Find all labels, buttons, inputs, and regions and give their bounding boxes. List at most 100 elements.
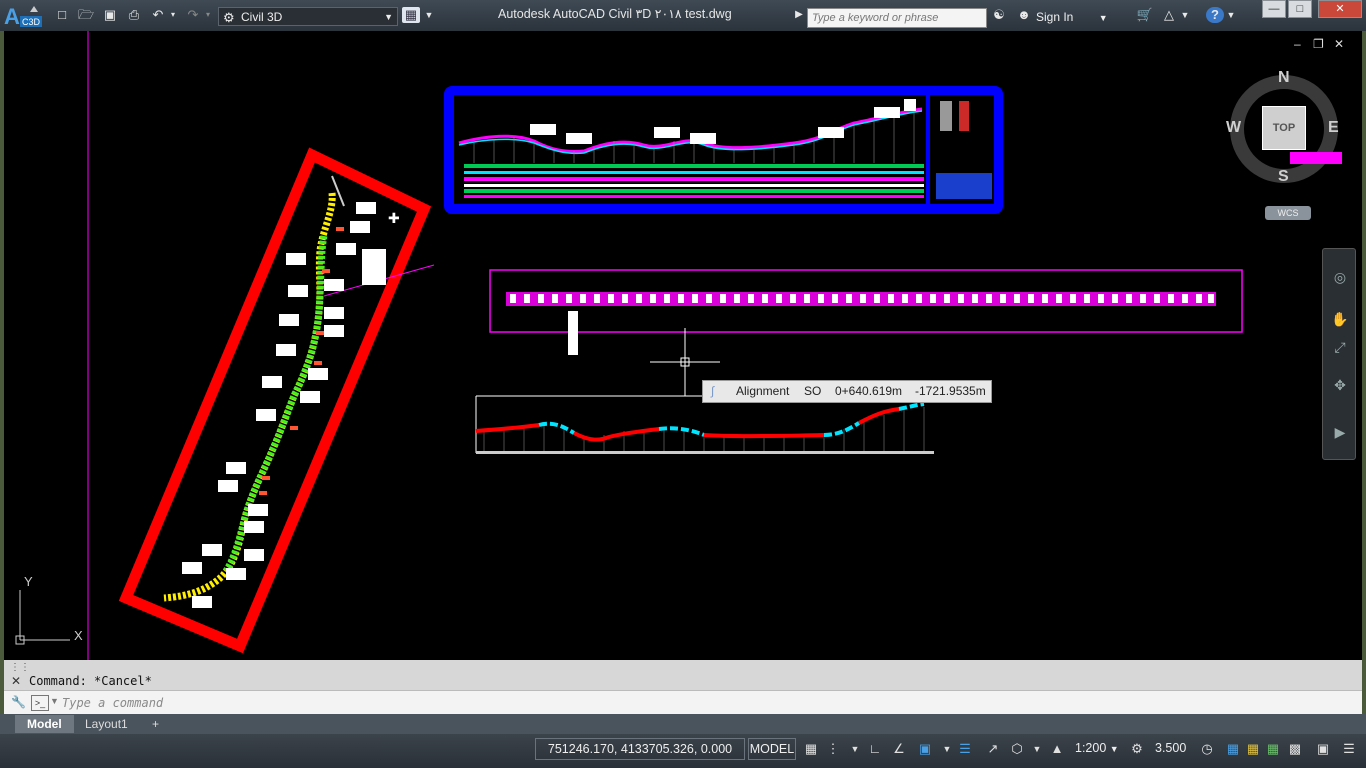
model-space-drawing: ✚ Y X: [15, 31, 1338, 660]
compass-south[interactable]: S: [1278, 168, 1289, 186]
grip-icon[interactable]: ⋮⋮: [10, 662, 30, 673]
tooltip-offset: -1721.9535m: [915, 384, 986, 398]
orbit-icon[interactable]: ✥: [1331, 377, 1349, 395]
alignment-plan: ✚: [163, 175, 435, 608]
compass-east[interactable]: E: [1328, 119, 1339, 137]
svg-text:C3D: C3D: [22, 17, 41, 27]
exchange-icon[interactable]: △: [1160, 7, 1178, 23]
clean-screen-icon[interactable]: ▣: [1314, 740, 1332, 758]
tooltip-label: Alignment: [736, 384, 790, 398]
viewcube-extra-icons[interactable]: [1290, 152, 1342, 164]
zoom-extents-icon[interactable]: ⤢: [1331, 339, 1349, 357]
clock-icon[interactable]: ◷: [1198, 740, 1216, 758]
layout-tabs: Model Layout1 +: [0, 714, 1366, 734]
section-views-strip: [489, 269, 1243, 355]
workspace-switch-icon[interactable]: ⚙: [1128, 740, 1146, 758]
tab-model[interactable]: Model: [15, 715, 74, 733]
sign-in-button[interactable]: Sign In ▼: [1036, 10, 1108, 24]
annotation-scale-value: 1:200: [1075, 741, 1107, 755]
viewport-minimize-icon[interactable]: –: [1294, 37, 1301, 51]
close-icon[interactable]: ✕: [11, 674, 21, 688]
object-snap-icon[interactable]: ▣: [916, 740, 934, 758]
steering-wheel-icon[interactable]: ◎: [1331, 269, 1349, 287]
lock-ui-icon[interactable]: ▦: [1244, 740, 1262, 758]
help-icon[interactable]: ?: [1206, 7, 1224, 23]
viewport-close-icon[interactable]: ✕: [1334, 37, 1344, 51]
add-layout-tab-button[interactable]: +: [140, 715, 171, 733]
customization-icon[interactable]: ☰: [1340, 740, 1358, 758]
save-icon[interactable]: ▣: [101, 7, 119, 23]
svg-text:A: A: [4, 4, 20, 29]
wcs-menu[interactable]: WCS: [1265, 206, 1311, 220]
open-folder-icon[interactable]: 🗁: [77, 7, 95, 23]
viewport-restore-icon[interactable]: ❐: [1313, 37, 1324, 51]
chevron-down-icon: ▼: [384, 12, 393, 22]
minimize-window-button[interactable]: —: [1262, 0, 1286, 18]
isolate-objects-icon[interactable]: ▦: [1264, 740, 1282, 758]
binoculars-icon[interactable]: ☯: [990, 7, 1008, 23]
cart-icon[interactable]: 🛒: [1136, 7, 1154, 23]
properties-icon[interactable]: ▦: [402, 7, 420, 23]
chevron-down-icon: ▼: [1098, 13, 1108, 23]
compass-west[interactable]: W: [1226, 119, 1241, 137]
redo-dropdown-icon[interactable]: ▾: [203, 7, 213, 23]
annotation-scale[interactable]: 1:200 ▼: [1075, 741, 1119, 755]
red-highlight-box: [118, 147, 432, 654]
alignment-tooltip-icon: ∫: [711, 384, 715, 398]
wrench-icon[interactable]: 🔧: [11, 695, 26, 709]
model-space-button[interactable]: MODEL: [748, 738, 796, 760]
transparency-icon[interactable]: ↗: [984, 740, 1002, 758]
profile-view-lower: [475, 395, 934, 454]
annotation-value[interactable]: 3.500: [1155, 741, 1186, 755]
new-file-icon[interactable]: □: [53, 7, 71, 23]
grid-icon[interactable]: ▦: [802, 740, 820, 758]
polar-tracking-icon[interactable]: ∠: [890, 740, 908, 758]
hardware-acceleration-icon[interactable]: ▩: [1286, 740, 1304, 758]
svg-text:✚: ✚: [388, 210, 400, 226]
workspace-label: Civil 3D: [241, 10, 283, 24]
annotation-visibility-icon[interactable]: ▲: [1048, 740, 1066, 758]
isometric-icon[interactable]: ⬡: [1008, 740, 1026, 758]
chevron-down-icon[interactable]: ▼: [938, 740, 956, 758]
sign-in-label: Sign In: [1036, 10, 1074, 24]
title-bar: A C3D □ 🗁 ▣ ⎙ ↶ ▾ ↷ ▾ ⚙ Civil 3D ▼ ▦ ▼ A…: [0, 0, 1366, 31]
ucs-icon: [15, 590, 70, 645]
tab-layout1[interactable]: Layout1: [73, 715, 140, 733]
gear-icon: ⚙: [223, 10, 235, 25]
chevron-down-icon[interactable]: ▼: [50, 696, 59, 706]
exchange-dropdown-icon[interactable]: ▼: [1180, 7, 1190, 23]
compass-north[interactable]: N: [1278, 69, 1290, 87]
maximize-window-button[interactable]: □: [1288, 0, 1312, 18]
command-history: ⋮⋮ ✕ Command: *Cancel*: [4, 660, 1362, 690]
snap-mode-icon[interactable]: ⋮: [824, 740, 842, 758]
info-center-expand-icon[interactable]: ▶: [794, 7, 804, 23]
workspace-dropdown[interactable]: ⚙ Civil 3D ▼: [218, 7, 398, 26]
command-input[interactable]: Type a command: [62, 696, 163, 710]
undo-icon[interactable]: ↶: [149, 7, 167, 23]
close-window-button[interactable]: ✕: [1318, 0, 1362, 18]
quick-properties-icon[interactable]: ▦: [1224, 740, 1242, 758]
command-line[interactable]: 🔧 >_ ▼ Type a command: [4, 690, 1362, 715]
undo-dropdown-icon[interactable]: ▾: [168, 7, 178, 23]
tooltip-station: 0+640.619m: [835, 384, 903, 398]
ucs-y-label: Y: [24, 574, 33, 589]
redo-icon[interactable]: ↷: [184, 7, 202, 23]
window-title: Autodesk AutoCAD Civil ۳D ۲۰۱۸ test.dwg: [498, 7, 732, 21]
coordinates-display[interactable]: 751246.170, 4133705.326, 0.000: [535, 738, 745, 760]
drawing-canvas[interactable]: ✚ Y X – ❐ ✕ N S E W TOP WCS ◎ ✋ ⤢ ✥ ▶: [4, 31, 1362, 660]
pan-hand-icon[interactable]: ✋: [1331, 311, 1349, 329]
user-icon[interactable]: ☻: [1015, 7, 1033, 23]
help-dropdown-icon[interactable]: ▼: [1226, 7, 1236, 23]
command-prompt-icon[interactable]: >_: [31, 695, 49, 711]
viewcube-top-face[interactable]: TOP: [1262, 106, 1306, 150]
application-menu-button[interactable]: A C3D: [2, 2, 44, 29]
showmotion-icon[interactable]: ▶: [1331, 424, 1349, 442]
ortho-icon[interactable]: ∟: [866, 740, 884, 758]
chevron-down-icon[interactable]: ▼: [846, 740, 864, 758]
print-icon[interactable]: ⎙: [125, 7, 143, 23]
civil3d-logo-icon: A C3D: [4, 4, 42, 29]
customize-toolbar-icon[interactable]: ▼: [423, 7, 435, 23]
chevron-down-icon[interactable]: ▼: [1028, 740, 1046, 758]
search-input[interactable]: Type a keyword or phrase: [807, 8, 987, 28]
lineweight-icon[interactable]: ☰: [956, 740, 974, 758]
